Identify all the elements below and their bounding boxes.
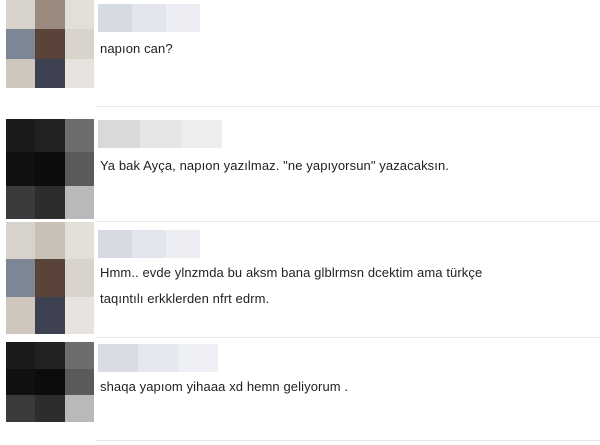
comment-item: napıon can?	[0, 0, 600, 107]
comment-text: napıon can?	[100, 41, 173, 56]
divider	[96, 440, 600, 441]
comment-item: shaqa yapıom yihaaa xd hemn geliyorum .	[0, 338, 600, 445]
comment-item: Hmm.. evde ylnzmda bu aksm bana glblrmsn…	[0, 222, 600, 336]
blurred-user-name[interactable]	[98, 344, 218, 372]
blurred-user-name[interactable]	[98, 4, 200, 32]
avatar[interactable]	[6, 0, 94, 88]
avatar[interactable]	[6, 342, 94, 422]
comment-item: Ya bak Ayça, napıon yazılmaz. "ne yapıyo…	[0, 107, 600, 220]
avatar[interactable]	[6, 119, 94, 219]
avatar[interactable]	[6, 222, 94, 334]
blurred-user-name[interactable]	[98, 120, 222, 148]
comment-text: Ya bak Ayça, napıon yazılmaz. "ne yapıyo…	[100, 158, 450, 173]
blurred-user-name[interactable]	[98, 230, 200, 258]
comment-text-line-2: taqıntılı erkklerden nfrt edrm.	[100, 291, 270, 306]
comment-text: shaqa yapıom yihaaa xd hemn geliyorum .	[100, 379, 349, 394]
comment-text-line-1: Hmm.. evde ylnzmda bu aksm bana glblrmsn…	[100, 265, 483, 280]
